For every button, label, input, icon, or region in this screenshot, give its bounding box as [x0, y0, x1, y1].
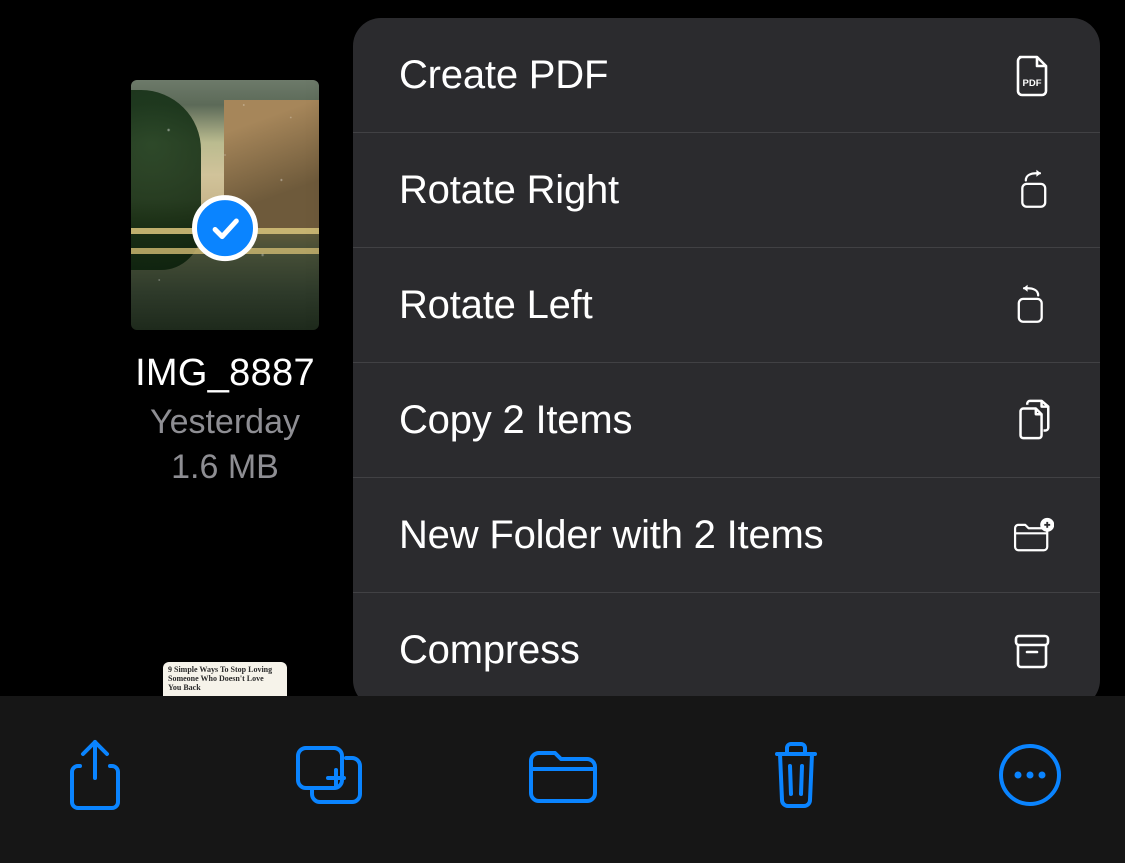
context-menu: Create PDF PDF Rotate Right Rotate Le	[353, 18, 1100, 708]
menu-item-rotate-right[interactable]: Rotate Right	[353, 133, 1100, 248]
new-folder-icon	[1010, 513, 1054, 557]
pdf-file-icon: PDF	[1010, 53, 1054, 97]
folder-icon	[525, 745, 601, 805]
duplicate-button[interactable]	[289, 735, 369, 815]
file-item[interactable]: IMG_8887 Yesterday 1.6 MB	[110, 80, 340, 487]
move-button[interactable]	[523, 735, 603, 815]
delete-button[interactable]	[756, 735, 836, 815]
duplicate-plus-icon	[292, 742, 366, 808]
more-button[interactable]	[990, 735, 1070, 815]
menu-item-compress[interactable]: Compress	[353, 593, 1100, 708]
peek-line: You Back	[168, 683, 282, 692]
menu-label: Compress	[399, 628, 580, 673]
file-name: IMG_8887	[135, 352, 315, 395]
content-area: IMG_8887 Yesterday 1.6 MB 9 Simple Ways …	[0, 0, 1125, 696]
share-button[interactable]	[55, 735, 135, 815]
peek-line: Someone Who Doesn't Love	[168, 674, 282, 683]
menu-label: New Folder with 2 Items	[399, 513, 823, 558]
menu-item-rotate-left[interactable]: Rotate Left	[353, 248, 1100, 363]
ellipsis-circle-icon	[997, 742, 1063, 808]
copy-icon	[1010, 398, 1054, 442]
bottom-toolbar	[0, 696, 1125, 863]
menu-label: Copy 2 Items	[399, 398, 632, 443]
menu-item-new-folder[interactable]: New Folder with 2 Items	[353, 478, 1100, 593]
menu-label: Rotate Right	[399, 168, 619, 213]
archive-icon	[1010, 629, 1054, 673]
rotate-right-icon	[1010, 168, 1054, 212]
peek-line: 9 Simple Ways To Stop Loving	[168, 665, 282, 674]
menu-item-copy[interactable]: Copy 2 Items	[353, 363, 1100, 478]
selection-checkmark-icon	[192, 195, 258, 261]
menu-label: Rotate Left	[399, 283, 592, 328]
svg-text:PDF: PDF	[1023, 78, 1042, 89]
menu-label: Create PDF	[399, 53, 608, 98]
rotate-left-icon	[1010, 283, 1054, 327]
trash-icon	[767, 738, 825, 812]
file-item-partial[interactable]: 9 Simple Ways To Stop Loving Someone Who…	[163, 662, 287, 696]
share-icon	[64, 736, 126, 814]
menu-item-create-pdf[interactable]: Create PDF PDF	[353, 18, 1100, 133]
file-thumbnail	[131, 80, 319, 330]
file-date: Yesterday	[150, 403, 300, 442]
file-size: 1.6 MB	[171, 448, 279, 487]
